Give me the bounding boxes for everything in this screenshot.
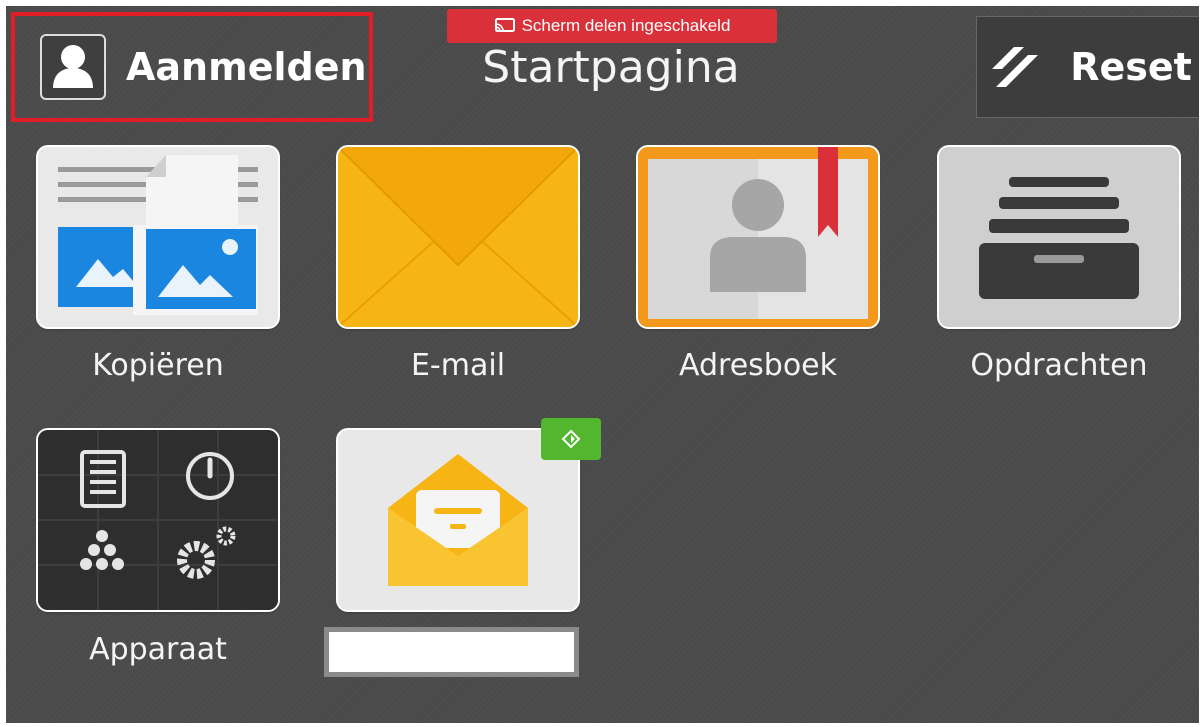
- copy-app-tile[interactable]: [38, 147, 278, 327]
- reset-icon: [992, 47, 1039, 87]
- screen-sharing-text: Scherm delen ingeschakeld: [521, 16, 731, 35]
- redacted-app-label: [324, 627, 579, 677]
- reset-button[interactable]: Reset: [976, 16, 1199, 118]
- address-book-icon: [638, 147, 878, 327]
- copy-icon: [58, 155, 258, 315]
- device-icon: [38, 430, 278, 610]
- device-app-label: Apparaat: [89, 632, 227, 667]
- jobs-app-label: Opdrachten: [970, 348, 1148, 383]
- address-book-app-tile[interactable]: [638, 147, 878, 327]
- email-icon: [338, 147, 578, 327]
- reset-label: Reset: [1070, 45, 1192, 89]
- email-app-label: E-mail: [410, 348, 506, 383]
- copy-app-label: Kopiëren: [92, 348, 224, 383]
- login-button[interactable]: Aanmelden: [11, 12, 373, 122]
- device-app-tile[interactable]: [38, 430, 278, 610]
- jobs-icon: [939, 147, 1179, 327]
- screen-sharing-banner: Scherm delen ingeschakeld: [447, 9, 777, 43]
- jobs-app-tile[interactable]: [939, 147, 1179, 327]
- login-label: Aanmelden: [126, 45, 367, 89]
- page-title: Startpagina: [482, 42, 740, 93]
- address-book-app-label: Adresboek: [678, 348, 838, 383]
- app-badge: [541, 418, 601, 460]
- printer-home-screen: Scherm delen ingeschakeld Aanmelden Star…: [6, 6, 1199, 723]
- email-app-tile[interactable]: [338, 147, 578, 327]
- diamond-icon: [561, 429, 581, 449]
- screen-share-icon: [494, 18, 515, 32]
- user-icon: [40, 34, 106, 100]
